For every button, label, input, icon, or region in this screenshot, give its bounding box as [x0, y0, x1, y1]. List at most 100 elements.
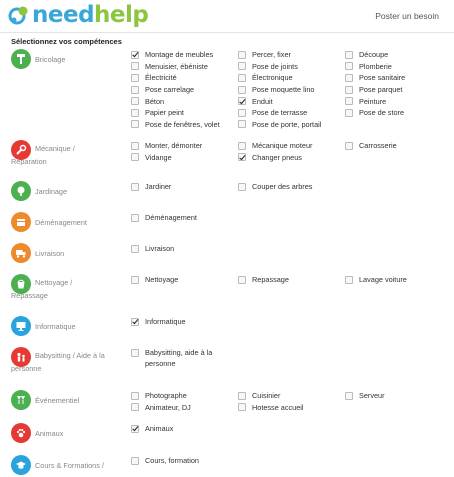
skill-mecanique-moteur[interactable]: Mécanique moteur: [238, 140, 312, 152]
skill-label: Mécanique moteur: [252, 141, 313, 151]
skill-menuisier-ebeniste[interactable]: Menuisier, ébéniste: [131, 61, 208, 73]
skill-pose-carrelage[interactable]: Pose carrelage: [131, 84, 194, 96]
skill-repassage[interactable]: Repassage: [238, 274, 289, 286]
skill-label: Pose parquet: [359, 85, 403, 95]
skill-cuisinier[interactable]: Cuisinier: [238, 390, 280, 402]
skill-checkbox[interactable]: [238, 62, 246, 71]
skill-label: Informatique: [145, 317, 186, 327]
skill-checkbox[interactable]: [131, 85, 139, 94]
skill-checkbox[interactable]: [131, 182, 139, 191]
skill-checkbox[interactable]: [238, 141, 246, 150]
skill-informatique[interactable]: Informatique: [131, 316, 186, 328]
skill-checkbox[interactable]: [131, 62, 139, 71]
category-name: Jardinage: [35, 187, 68, 196]
skill-checkbox[interactable]: [131, 50, 139, 59]
skill-percer-fixer[interactable]: Percer, fixer: [238, 49, 291, 61]
skill-checkbox[interactable]: [238, 120, 246, 129]
category-name: Bricolage: [35, 55, 66, 64]
needhelp-logo[interactable]: needhelp: [8, 1, 149, 29]
skill-babysitting-aide-a-la-personne[interactable]: Babysitting, aide à la personne: [131, 347, 223, 368]
skill-checkbox[interactable]: [131, 391, 139, 400]
skill-couper-des-arbres[interactable]: Couper des arbres: [238, 181, 312, 193]
skill-checkbox[interactable]: [131, 120, 139, 129]
skill-pose-de-joints[interactable]: Pose de joints: [238, 61, 298, 73]
skill-nettoyage[interactable]: Nettoyage: [131, 274, 178, 286]
skill-pose-sanitaire[interactable]: Pose sanitaire: [345, 72, 405, 84]
category-name: Nettoyage / Repassage: [11, 278, 73, 300]
skill-checkbox[interactable]: [238, 403, 246, 412]
skill-label: Béton: [145, 96, 165, 106]
skill-checkbox[interactable]: [131, 108, 139, 117]
skill-jardiner[interactable]: Jardiner: [131, 181, 171, 193]
skill-electronique[interactable]: Électronique: [238, 72, 293, 84]
skill-pose-de-fenetres-volet[interactable]: Pose de fenêtres, volet: [131, 119, 220, 131]
skill-checkbox[interactable]: [345, 73, 353, 82]
skill-vidange[interactable]: Vidange: [131, 152, 172, 164]
skill-pose-de-porte-portail[interactable]: Pose de porte, portail: [238, 119, 321, 131]
skill-carrosserie[interactable]: Carrosserie: [345, 140, 397, 152]
skill-checkbox[interactable]: [131, 403, 139, 412]
skill-checkbox[interactable]: [238, 182, 246, 191]
skill-label: Livraison: [145, 244, 175, 254]
skill-checkbox[interactable]: [345, 50, 353, 59]
skill-checkbox[interactable]: [131, 456, 139, 465]
skill-photographe[interactable]: Photographe: [131, 390, 187, 402]
skill-animaux[interactable]: Animaux: [131, 423, 173, 435]
skill-checkbox[interactable]: [345, 97, 353, 106]
skill-pose-parquet[interactable]: Pose parquet: [345, 84, 402, 96]
skill-cours-formation[interactable]: Cours, formation: [131, 455, 199, 467]
logo-text-help: help: [94, 2, 149, 28]
skill-checkbox[interactable]: [131, 349, 139, 357]
skill-label: Couper des arbres: [252, 182, 313, 192]
skill-label: Jardiner: [145, 182, 172, 192]
skill-checkbox[interactable]: [345, 141, 353, 150]
skill-lavage-voiture[interactable]: Lavage voiture: [345, 274, 407, 286]
skill-checkbox[interactable]: [131, 153, 139, 162]
skill-label: Serveur: [359, 391, 385, 401]
skill-label: Lavage voiture: [359, 275, 407, 285]
skill-checkbox[interactable]: [131, 97, 139, 106]
skill-papier-peint[interactable]: Papier peint: [131, 107, 184, 119]
skill-decoupe[interactable]: Découpe: [345, 49, 388, 61]
skill-checkbox[interactable]: [131, 424, 139, 433]
skill-checkbox[interactable]: [238, 97, 246, 106]
skill-checkbox[interactable]: [131, 73, 139, 82]
skill-checkbox[interactable]: [131, 141, 139, 150]
skill-beton[interactable]: Béton: [131, 95, 164, 107]
skill-checkbox[interactable]: [238, 391, 246, 400]
skill-pose-de-store[interactable]: Pose de store: [345, 107, 404, 119]
skill-label: Déménagement: [145, 213, 197, 223]
skill-serveur[interactable]: Serveur: [345, 390, 385, 402]
skill-changer-pneus[interactable]: Changer pneus: [238, 152, 302, 164]
skill-checkbox[interactable]: [345, 275, 353, 284]
skill-checkbox[interactable]: [131, 213, 139, 222]
post-request-link[interactable]: Poster un besoin: [375, 11, 439, 21]
skill-checkbox[interactable]: [345, 62, 353, 71]
skill-checkbox[interactable]: [345, 85, 353, 94]
category-name: Livraison: [35, 249, 65, 258]
skill-checkbox[interactable]: [238, 275, 246, 284]
skill-label: Pose sanitaire: [359, 73, 406, 83]
skill-monter-demonter[interactable]: Monter, démonter: [131, 140, 202, 152]
skill-peinture[interactable]: Peinture: [345, 95, 386, 107]
skill-checkbox[interactable]: [131, 317, 139, 326]
skill-checkbox[interactable]: [238, 85, 246, 94]
skill-checkbox[interactable]: [131, 275, 139, 284]
skill-checkbox[interactable]: [238, 50, 246, 59]
skill-checkbox[interactable]: [238, 73, 246, 82]
skill-checkbox[interactable]: [238, 108, 246, 117]
skill-plomberie[interactable]: Plomberie: [345, 61, 392, 73]
skill-pose-moquette-lino[interactable]: Pose moquette lino: [238, 84, 314, 96]
skill-pose-de-terrasse[interactable]: Pose de terrasse: [238, 107, 307, 119]
skill-livraison[interactable]: Livraison: [131, 243, 174, 255]
skill-demenagement[interactable]: Déménagement: [131, 212, 197, 224]
skill-checkbox[interactable]: [238, 153, 246, 162]
skill-checkbox[interactable]: [345, 391, 353, 400]
skill-animateur-dj[interactable]: Animateur, DJ: [131, 402, 191, 414]
skill-electricite[interactable]: Électricité: [131, 72, 177, 84]
skill-enduit[interactable]: Enduit: [238, 95, 273, 107]
skill-checkbox[interactable]: [131, 244, 139, 253]
skill-montage-de-meubles[interactable]: Montage de meubles: [131, 49, 213, 61]
skill-hotesse-accueil[interactable]: Hotesse accueil: [238, 402, 304, 414]
skill-checkbox[interactable]: [345, 108, 353, 117]
